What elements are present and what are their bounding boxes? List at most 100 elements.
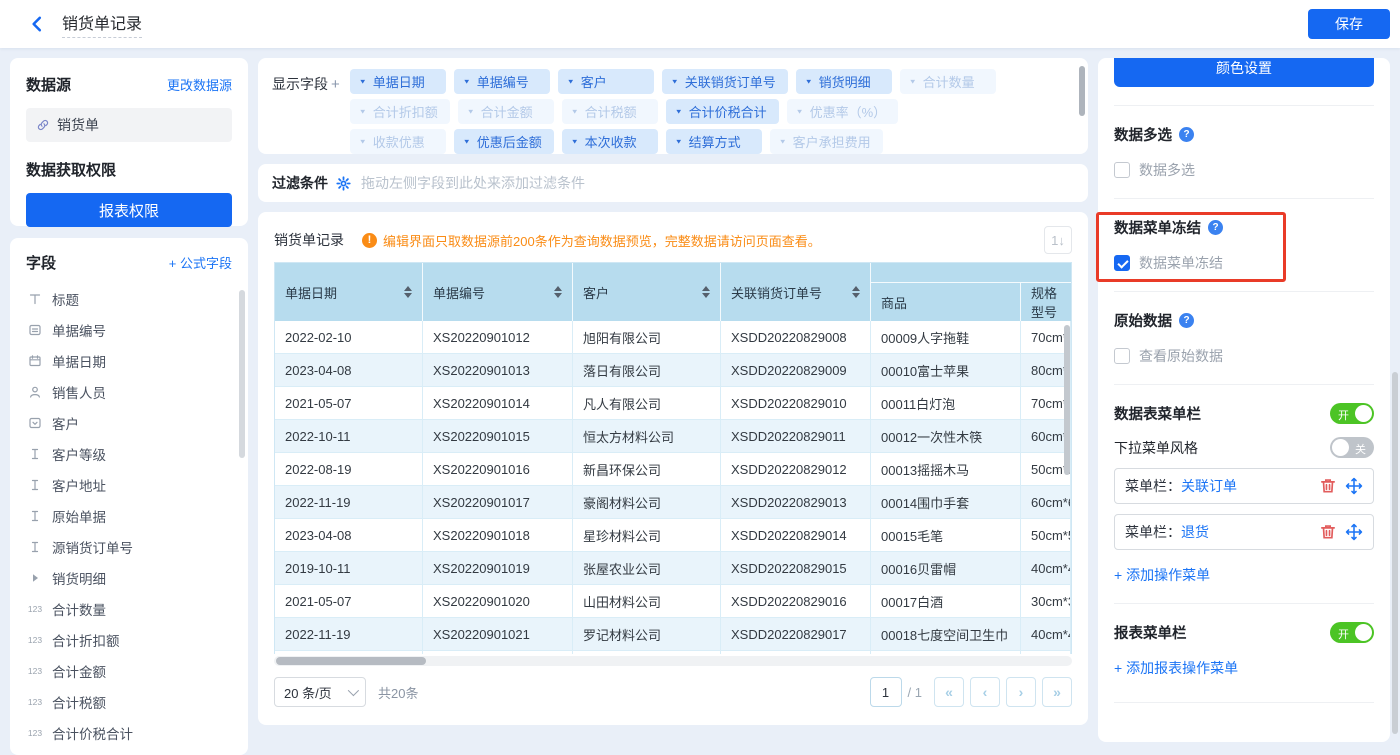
raw-data-checkbox-row[interactable]: 查看原始数据	[1114, 346, 1374, 366]
field-item[interactable]: 123合计税额	[26, 686, 232, 717]
add-formula-field-link[interactable]: + 公式字段	[169, 253, 232, 272]
trash-icon[interactable]	[1319, 477, 1337, 495]
gear-icon[interactable]	[336, 176, 351, 191]
datasource-item[interactable]: 销货单	[26, 108, 232, 142]
column-header[interactable]: 关联销货订单号	[721, 263, 871, 321]
sort-icon[interactable]	[702, 286, 710, 298]
sort-icon[interactable]	[852, 286, 860, 298]
display-field-chip[interactable]: ▼销货明细	[796, 69, 892, 94]
chevron-down-icon: ▼	[571, 108, 579, 115]
report-menubar-toggle[interactable]: 开	[1330, 622, 1374, 643]
checkbox-unchecked[interactable]	[1114, 162, 1130, 178]
sort-icon[interactable]	[554, 286, 562, 298]
multi-select-checkbox-row[interactable]: 数据多选	[1114, 160, 1374, 180]
display-field-chip[interactable]: ▼单据日期	[350, 69, 446, 94]
field-list: 标题单据编号单据日期销售人员客户客户等级客户地址原始单据源销货订单号销货明细12…	[26, 283, 232, 748]
field-item[interactable]: 123合计金额	[26, 655, 232, 686]
table-cell: 50cm*5	[1021, 519, 1071, 551]
field-item[interactable]: 客户等级	[26, 438, 232, 469]
display-field-chip[interactable]: ▼合计价税合计	[666, 99, 779, 124]
page-number-input[interactable]	[870, 677, 902, 707]
last-page-button[interactable]: »	[1042, 677, 1072, 707]
settings-panel-scrollbar[interactable]	[1392, 372, 1398, 734]
field-item[interactable]: 单据日期	[26, 345, 232, 376]
display-field-chip[interactable]: ▼关联销货订单号	[662, 69, 788, 94]
next-page-button[interactable]: ›	[1006, 677, 1036, 707]
field-item[interactable]: 客户地址	[26, 469, 232, 500]
field-item[interactable]: 标题	[26, 283, 232, 314]
table-row[interactable]: 2021-05-07XS20220901020山田材料公司XSDD2022082…	[275, 585, 1071, 618]
prev-page-button[interactable]: ‹	[970, 677, 1000, 707]
help-icon[interactable]: ?	[1179, 313, 1194, 328]
table-row[interactable]: 2022-10-11XS20220901015恒太方材料公司XSDD202208…	[275, 420, 1071, 453]
first-page-button[interactable]: «	[934, 677, 964, 707]
column-header[interactable]: 客户	[573, 263, 721, 321]
table-row[interactable]: 2022-08-19XS20220901016新昌环保公司XSDD2022082…	[275, 453, 1071, 486]
table-row[interactable]: 2023-04-08XS20220901013落日有限公司XSDD2022082…	[275, 354, 1071, 387]
field-item[interactable]: 123合计数量	[26, 593, 232, 624]
table-row[interactable]: 2022-11-19XS20220901021罗记材料公司XSDD2022082…	[275, 618, 1071, 651]
display-field-chip[interactable]: ▼优惠后金额	[454, 129, 554, 154]
table-row[interactable]: 2022-02-10XS20220901012旭阳有限公司XSDD2022082…	[275, 321, 1071, 354]
table-cell: 山田材料公司	[573, 585, 721, 617]
checkbox-checked[interactable]	[1114, 255, 1130, 271]
number-icon: 123	[26, 697, 44, 707]
dropdown-style-toggle[interactable]: 关	[1330, 437, 1374, 458]
color-settings-button[interactable]: 颜色设置	[1114, 58, 1374, 87]
column-header[interactable]: 单据日期	[275, 263, 423, 321]
table-row[interactable]: 2021-05-07XS20220901014凡人有限公司XSDD2022082…	[275, 387, 1071, 420]
checkbox-unchecked[interactable]	[1114, 348, 1130, 364]
add-action-menu-link[interactable]: + 添加操作菜单	[1114, 565, 1210, 585]
add-display-field-button[interactable]: +	[331, 76, 340, 93]
move-icon[interactable]	[1345, 523, 1363, 541]
field-item[interactable]: 销货明细	[26, 562, 232, 593]
report-permission-button[interactable]: 报表权限	[26, 193, 232, 227]
menubar-item[interactable]: 菜单栏：关联订单	[1114, 468, 1374, 504]
add-report-action-menu-link[interactable]: + 添加报表操作菜单	[1114, 658, 1238, 678]
display-field-chip[interactable]: ▼合计折扣额	[350, 99, 450, 124]
numeric-sort-button[interactable]: 1↓	[1044, 226, 1072, 254]
table-row[interactable]: 2022-11-19XS20220901017豪阁材料公司XSDD2022082…	[275, 486, 1071, 519]
sort-icon[interactable]	[404, 286, 412, 298]
display-field-chip[interactable]: ▼单据编号	[454, 69, 550, 94]
table-row[interactable]: 2019-10-11XS20220901019张屋农业公司XSDD2022082…	[275, 552, 1071, 585]
display-field-chip[interactable]: ▼收款优惠	[350, 129, 446, 154]
page-title[interactable]: 销货单记录	[62, 10, 142, 38]
save-button[interactable]: 保存	[1308, 9, 1390, 39]
menu-freeze-checkbox-row[interactable]: 数据菜单冻结	[1114, 253, 1374, 273]
display-field-chip[interactable]: ▼结算方式	[666, 129, 762, 154]
display-field-chip[interactable]: ▼合计税额	[562, 99, 658, 124]
help-icon[interactable]: ?	[1179, 127, 1194, 142]
display-field-chip[interactable]: ▼客户承担费用	[770, 129, 883, 154]
filter-dropzone[interactable]: 拖动左侧字段到此处来添加过滤条件	[361, 173, 585, 193]
display-field-chip[interactable]: ▼客户	[558, 69, 654, 94]
display-field-chip[interactable]: ▼本次收款	[562, 129, 658, 154]
column-header[interactable]: 单据编号	[423, 263, 573, 321]
page-size-select[interactable]: 20 条/页	[274, 677, 366, 707]
column-header[interactable]: 规格型号	[1021, 283, 1071, 321]
field-item[interactable]: 123合计价税合计	[26, 717, 232, 748]
change-datasource-link[interactable]: 更改数据源	[167, 75, 232, 94]
display-fields-scrollbar[interactable]	[1079, 66, 1085, 116]
field-item[interactable]: 单据编号	[26, 314, 232, 345]
move-icon[interactable]	[1345, 477, 1363, 495]
help-icon[interactable]: ?	[1208, 220, 1223, 235]
display-field-chip[interactable]: ▼合计数量	[900, 69, 996, 94]
field-item[interactable]: 源销货订单号	[26, 531, 232, 562]
display-field-chip[interactable]: ▼优惠率（%）	[787, 99, 898, 124]
back-icon[interactable]	[28, 14, 48, 34]
field-item[interactable]: 123合计折扣额	[26, 624, 232, 655]
table-scrollbar-vertical[interactable]	[1064, 325, 1070, 475]
column-header[interactable]: 商品	[871, 283, 1021, 321]
table-menubar-toggle[interactable]: 开	[1330, 403, 1374, 424]
trash-icon[interactable]	[1319, 523, 1337, 541]
table-scrollbar-horizontal[interactable]	[276, 657, 426, 665]
display-field-chip[interactable]: ▼合计金额	[458, 99, 554, 124]
field-item[interactable]: 客户	[26, 407, 232, 438]
table-row[interactable]: 2023-04-08XS20220901018星珍材料公司XSDD2022082…	[275, 519, 1071, 552]
field-item[interactable]: 原始单据	[26, 500, 232, 531]
menubar-item[interactable]: 菜单栏：退货	[1114, 514, 1374, 550]
field-item[interactable]: 销售人员	[26, 376, 232, 407]
table-row[interactable]	[275, 651, 1071, 654]
fields-scrollbar[interactable]	[239, 290, 245, 458]
